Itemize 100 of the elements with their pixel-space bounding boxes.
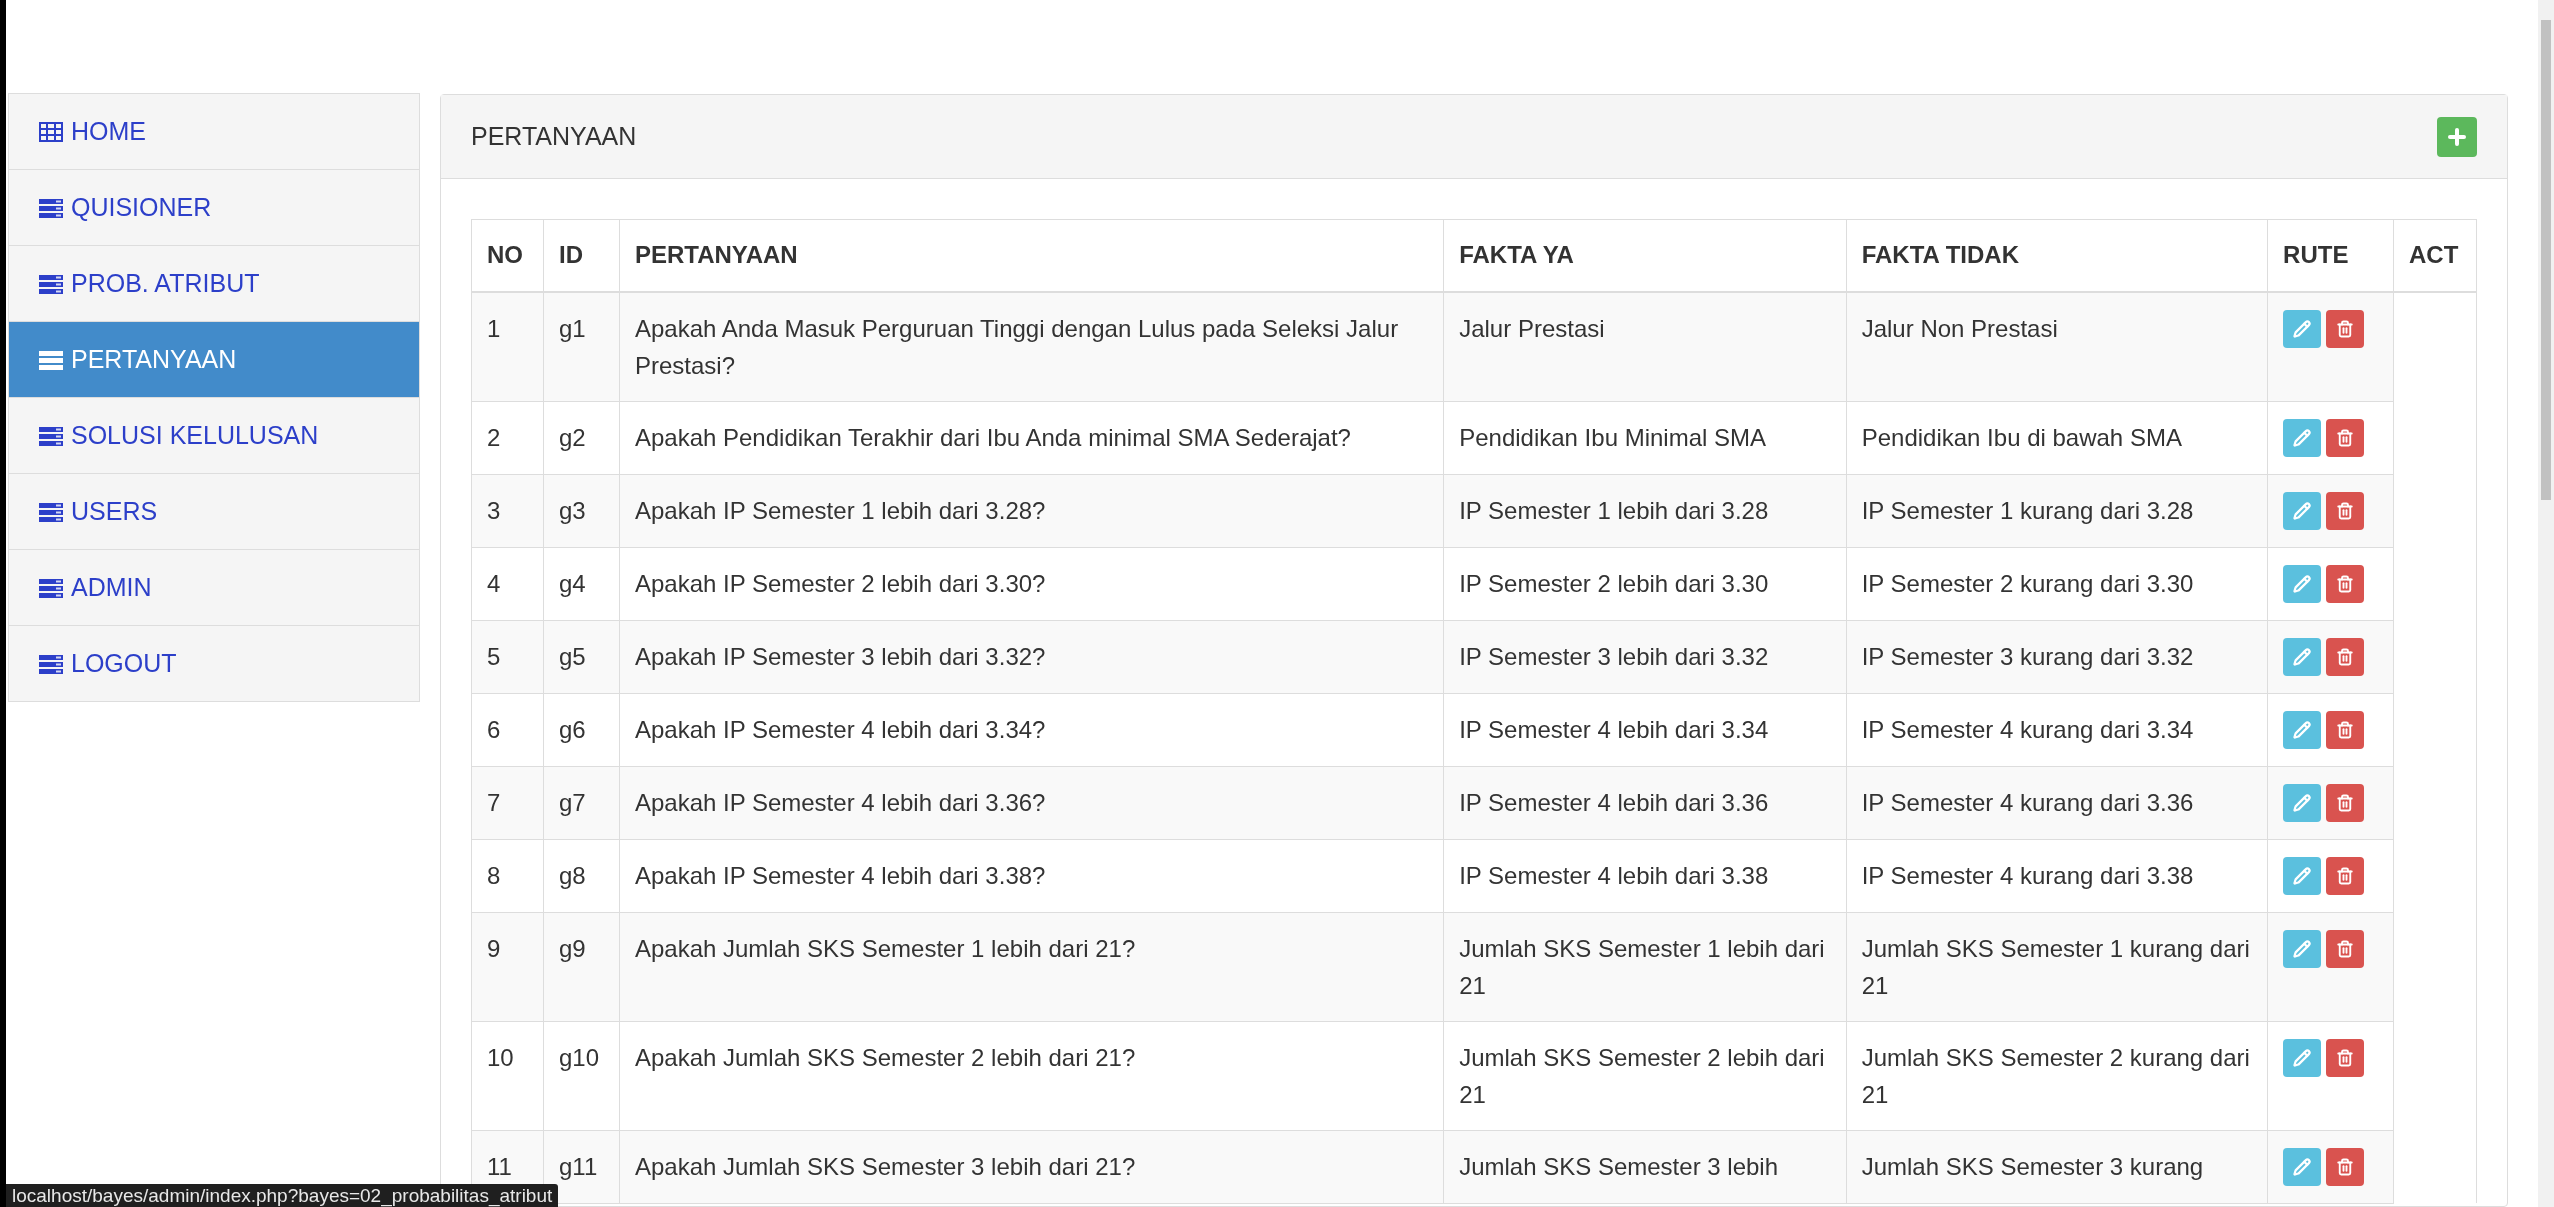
table-cell: Apakah Jumlah SKS Semester 2 lebih dari 21? bbox=[619, 1021, 1444, 1130]
table-cell: Apakah IP Semester 2 lebih dari 3.30? bbox=[619, 547, 1444, 620]
list-icon bbox=[39, 273, 63, 294]
trash-icon bbox=[2336, 319, 2355, 338]
delete-button[interactable] bbox=[2326, 637, 2365, 676]
table-cell: 7 bbox=[471, 766, 544, 839]
add-button[interactable] bbox=[2437, 116, 2477, 157]
table-cell: 1 bbox=[471, 291, 544, 401]
delete-button[interactable] bbox=[2326, 856, 2365, 895]
table-cell: Apakah Anda Masuk Perguruan Tinggi dengan Lulus pada Seleksi Jalur Prestasi? bbox=[619, 291, 1444, 401]
trash-icon bbox=[2336, 1048, 2355, 1067]
sidebar-item[interactable]: SOLUSI KELULUSAN bbox=[8, 397, 420, 474]
table-cell: 3 bbox=[471, 474, 544, 547]
table-cell: IP Semester 2 lebih dari 3.30 bbox=[1443, 547, 1847, 620]
edit-button[interactable] bbox=[2283, 1038, 2322, 1077]
table-cell: Apakah IP Semester 3 lebih dari 3.32? bbox=[619, 620, 1444, 693]
column-header: PERTANYAAN bbox=[619, 219, 1444, 292]
delete-button[interactable] bbox=[2326, 491, 2365, 530]
table-cell: Jalur Prestasi bbox=[1443, 291, 1847, 401]
sidebar-item[interactable]: ADMIN bbox=[8, 549, 420, 626]
table-cell: IP Semester 1 lebih dari 3.28 bbox=[1443, 474, 1847, 547]
sidebar-item[interactable]: USERS bbox=[8, 473, 420, 550]
table-cell: g4 bbox=[543, 547, 620, 620]
pencil-icon bbox=[2293, 939, 2312, 958]
sidebar-item[interactable]: HOME bbox=[8, 93, 420, 170]
table-cell: g10 bbox=[543, 1021, 620, 1130]
sidebar-item[interactable]: PERTANYAAN bbox=[8, 321, 420, 398]
table-cell: Apakah Pendidikan Terakhir dari Ibu Anda minimal SMA Sederajat? bbox=[619, 401, 1444, 474]
table-cell: Jumlah SKS Semester 2 kurang dari 21 bbox=[1846, 1021, 2268, 1130]
table-icon bbox=[39, 121, 63, 142]
list-icon bbox=[39, 653, 63, 674]
sidebar-item[interactable]: PROB. ATRIBUT bbox=[8, 245, 420, 322]
table-cell: IP Semester 4 lebih dari 3.36 bbox=[1443, 766, 1847, 839]
pencil-icon bbox=[2293, 647, 2312, 666]
table-cell: Jumlah SKS Semester 3 lebih bbox=[1443, 1130, 1847, 1203]
delete-button[interactable] bbox=[2326, 783, 2365, 822]
list-icon bbox=[39, 349, 63, 370]
edit-button[interactable] bbox=[2283, 783, 2322, 822]
edit-button[interactable] bbox=[2283, 491, 2322, 530]
table-cell: Apakah Jumlah SKS Semester 1 lebih dari 21? bbox=[619, 912, 1444, 1021]
table-cell: g9 bbox=[543, 912, 620, 1021]
trash-icon bbox=[2336, 501, 2355, 520]
delete-button[interactable] bbox=[2326, 1147, 2365, 1186]
delete-button[interactable] bbox=[2326, 564, 2365, 603]
column-header: ACT bbox=[2393, 219, 2477, 292]
trash-icon bbox=[2336, 720, 2355, 739]
edit-button[interactable] bbox=[2283, 710, 2322, 749]
sidebar-item[interactable]: QUISIONER bbox=[8, 169, 420, 246]
column-header: FAKTA TIDAK bbox=[1846, 219, 2268, 292]
pencil-icon bbox=[2293, 720, 2312, 739]
table-cell: IP Semester 1 kurang dari 3.28 bbox=[1846, 474, 2268, 547]
table-cell: 8 bbox=[471, 839, 544, 912]
table-cell: g5 bbox=[543, 620, 620, 693]
status-bar-url: localhost/bayes/admin/index.php?bayes=02_probabilitas_atribut bbox=[6, 1184, 559, 1207]
column-header: NO bbox=[471, 219, 544, 292]
table-cell: IP Semester 3 lebih dari 3.32 bbox=[1443, 620, 1847, 693]
trash-icon bbox=[2336, 574, 2355, 593]
pencil-icon bbox=[2293, 866, 2312, 885]
table-cell: g2 bbox=[543, 401, 620, 474]
table-cell: Pendidikan Ibu Minimal SMA bbox=[1443, 401, 1847, 474]
trash-icon bbox=[2336, 1157, 2355, 1176]
edit-button[interactable] bbox=[2283, 564, 2322, 603]
table-cell: Apakah IP Semester 4 lebih dari 3.38? bbox=[619, 839, 1444, 912]
table-cell: Apakah IP Semester 1 lebih dari 3.28? bbox=[619, 474, 1444, 547]
table-cell: Apakah IP Semester 4 lebih dari 3.34? bbox=[619, 693, 1444, 766]
pencil-icon bbox=[2293, 1157, 2312, 1176]
table-cell: 9 bbox=[471, 912, 544, 1021]
table-cell: Apakah Jumlah SKS Semester 3 lebih dari 21? bbox=[619, 1130, 1444, 1203]
table-cell: 2 bbox=[471, 401, 544, 474]
table-cell: Apakah IP Semester 4 lebih dari 3.36? bbox=[619, 766, 1444, 839]
sidebar-item[interactable]: LOGOUT bbox=[8, 625, 420, 702]
edit-button[interactable] bbox=[2283, 637, 2322, 676]
table-cell: g3 bbox=[543, 474, 620, 547]
table-cell: IP Semester 4 lebih dari 3.38 bbox=[1443, 839, 1847, 912]
edit-button[interactable] bbox=[2283, 856, 2322, 895]
edit-button[interactable] bbox=[2283, 418, 2322, 457]
table-cell: IP Semester 4 kurang dari 3.34 bbox=[1846, 693, 2268, 766]
table-cell: 4 bbox=[471, 547, 544, 620]
edit-button[interactable] bbox=[2283, 309, 2322, 348]
delete-button[interactable] bbox=[2326, 1038, 2365, 1077]
table-cell: IP Semester 4 lebih dari 3.34 bbox=[1443, 693, 1847, 766]
delete-button[interactable] bbox=[2326, 929, 2365, 968]
pencil-icon bbox=[2293, 574, 2312, 593]
table-cell: Pendidikan Ibu di bawah SMA bbox=[1846, 401, 2268, 474]
trash-icon bbox=[2336, 647, 2355, 666]
delete-button[interactable] bbox=[2326, 309, 2365, 348]
table-cell: g1 bbox=[543, 291, 620, 401]
panel-title: PERTANYAAN bbox=[471, 120, 637, 152]
pencil-icon bbox=[2293, 793, 2312, 812]
pencil-icon bbox=[2293, 319, 2312, 338]
delete-button[interactable] bbox=[2326, 418, 2365, 457]
pencil-icon bbox=[2293, 1048, 2312, 1067]
edit-button[interactable] bbox=[2283, 1147, 2322, 1186]
table-cell: Jumlah SKS Semester 1 kurang dari 21 bbox=[1846, 912, 2268, 1021]
list-icon bbox=[39, 425, 63, 446]
table-cell: 6 bbox=[471, 693, 544, 766]
table-cell: IP Semester 2 kurang dari 3.30 bbox=[1846, 547, 2268, 620]
edit-button[interactable] bbox=[2283, 929, 2322, 968]
delete-button[interactable] bbox=[2326, 710, 2365, 749]
table-cell: g8 bbox=[543, 839, 620, 912]
